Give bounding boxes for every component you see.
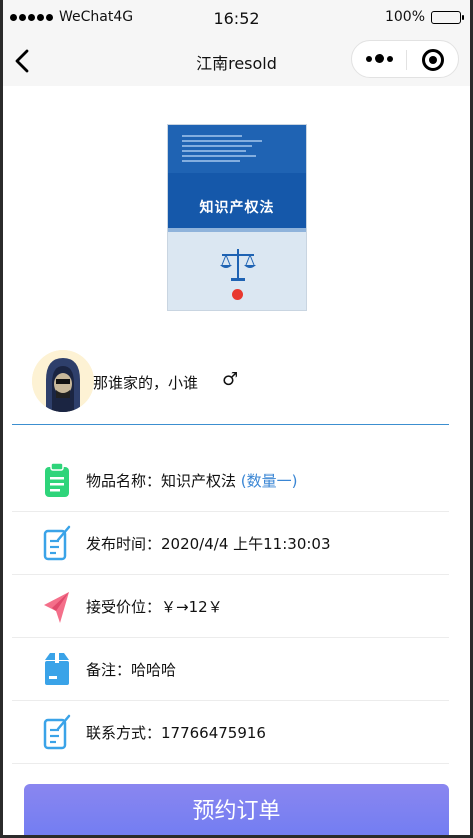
status-bar: WeChat4G 16:52 100% bbox=[0, 0, 473, 36]
battery-icon bbox=[431, 10, 464, 24]
paper-plane-icon bbox=[44, 592, 69, 623]
avatar[interactable] bbox=[32, 350, 94, 412]
battery-status: 100% bbox=[384, 9, 464, 25]
edit-note-icon bbox=[43, 714, 71, 750]
miniprogram-capsule bbox=[351, 40, 459, 78]
more-options-icon[interactable] bbox=[366, 54, 393, 63]
publish-time-text: 发布时间：2020/4/4 上午11:30:03 bbox=[86, 535, 331, 553]
contact-row: 联系方式：17766475916 bbox=[12, 701, 449, 764]
book-cover-image: 知识产权法 bbox=[167, 124, 307, 311]
navigation-bar: 江南resold bbox=[0, 36, 473, 86]
capsule-divider bbox=[406, 50, 407, 70]
justice-scale-icon bbox=[220, 249, 256, 281]
male-icon: ♂ bbox=[222, 369, 239, 390]
publisher-logo-icon bbox=[232, 289, 243, 300]
note-row: 备注：哈哈哈 bbox=[12, 638, 449, 701]
seller-name: 那谁家的，小谁 bbox=[93, 374, 199, 392]
book-title: 知识产权法 bbox=[199, 200, 275, 216]
item-name-row: 物品名称：知识产权法 (数量一) bbox=[12, 449, 449, 512]
hooded-figure-icon bbox=[32, 350, 94, 412]
price-text: 接受价位：￥→12￥ bbox=[86, 598, 223, 616]
note-text: 备注：哈哈哈 bbox=[86, 661, 177, 679]
item-name-text: 物品名称：知识产权法 bbox=[86, 472, 237, 490]
item-quantity: (数量一) bbox=[240, 472, 298, 490]
battery-percent: 100% bbox=[384, 9, 425, 25]
price-row: 接受价位：￥→12￥ bbox=[12, 575, 449, 638]
seller-info: 那谁家的，小谁 ♂ bbox=[12, 345, 449, 425]
contact-text: 联系方式：17766475916 bbox=[86, 724, 266, 742]
package-icon bbox=[45, 653, 69, 685]
reserve-order-button[interactable]: 预约订单 bbox=[24, 784, 449, 838]
clipboard-icon bbox=[45, 462, 69, 497]
edit-note-icon bbox=[43, 525, 71, 561]
close-miniprogram-icon[interactable] bbox=[422, 49, 444, 71]
publish-time-row: 发布时间：2020/4/4 上午11:30:03 bbox=[12, 512, 449, 575]
